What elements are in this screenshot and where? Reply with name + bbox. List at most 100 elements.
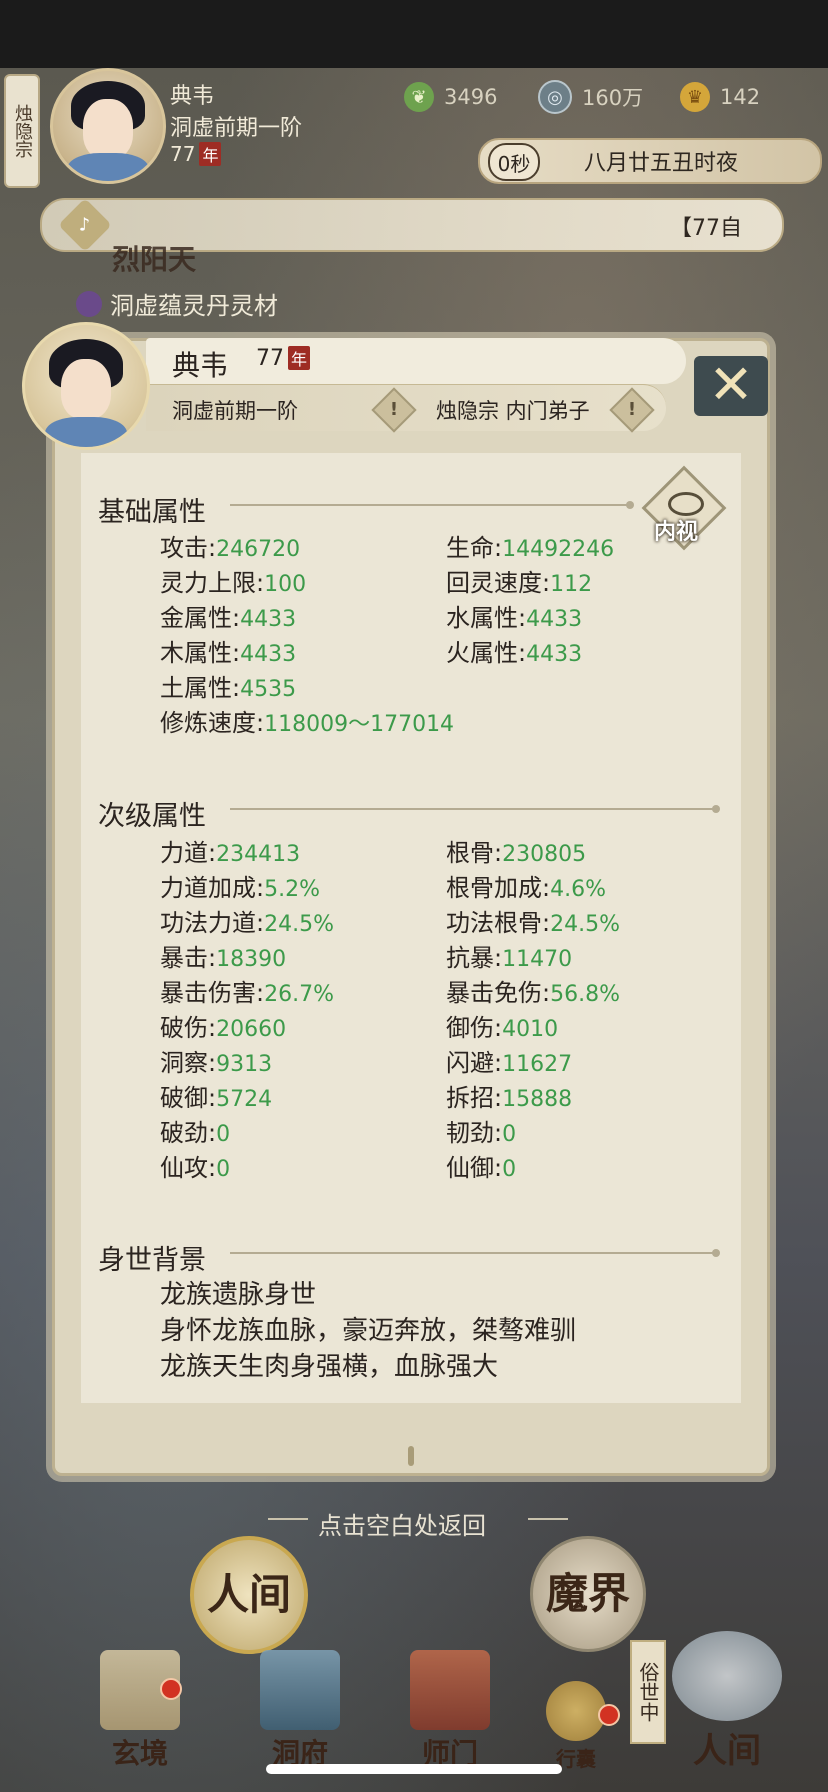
attr-item: 抗暴:11470 bbox=[446, 944, 573, 972]
attr-item: 韧劲:0 bbox=[446, 1119, 517, 1147]
profile-name: 典韦 bbox=[172, 349, 229, 382]
home-indicator[interactable] bbox=[266, 1764, 562, 1774]
attr-item: 火属性:4433 bbox=[446, 639, 583, 667]
resource-jade-value: 3496 bbox=[444, 85, 498, 109]
gem-icon bbox=[76, 290, 102, 317]
basic-attrs-title: 基础属性 bbox=[98, 497, 206, 528]
nav-dongfu[interactable]: 洞府 bbox=[260, 1650, 340, 1772]
event-title[interactable]: 烈阳天 bbox=[112, 238, 196, 278]
tap-to-return-hint: 点击空白处返回 bbox=[318, 1512, 486, 1540]
time-text: 八月廿五丑时夜 bbox=[584, 151, 739, 176]
profile-age-value: 77 bbox=[256, 346, 284, 371]
background-title: 身世背景 bbox=[98, 1245, 206, 1276]
attr-item: 破伤:20660 bbox=[160, 1014, 287, 1042]
attr-item: 水属性:4433 bbox=[446, 604, 583, 632]
pavilion-icon bbox=[260, 1650, 340, 1730]
nav-renjian[interactable]: 人间 bbox=[672, 1631, 782, 1772]
attr-item: 洞察:9313 bbox=[160, 1049, 273, 1077]
attr-item: 木属性:4433 bbox=[160, 639, 297, 667]
world-icon bbox=[672, 1631, 782, 1721]
attr-item: 生命:14492246 bbox=[446, 534, 615, 562]
attr-item: 破劲:0 bbox=[160, 1119, 231, 1147]
player-age-value: 77 bbox=[170, 142, 196, 166]
attr-item: 土属性:4535 bbox=[160, 674, 297, 702]
attr-item: 根骨加成:4.6% bbox=[446, 874, 606, 902]
close-icon[interactable]: ✕ bbox=[694, 356, 768, 416]
profile-name-bar: 典韦 77 年 bbox=[146, 338, 686, 384]
nav-xuanjing-label: 玄境 bbox=[111, 1737, 168, 1770]
nav-xingnang-label: 行囊 bbox=[556, 1747, 596, 1771]
player-name: 典韦 bbox=[170, 84, 215, 109]
section-divider bbox=[230, 501, 634, 509]
sect-info-icon[interactable]: ! bbox=[609, 387, 655, 433]
banner-icon bbox=[410, 1650, 490, 1730]
background-line: 身怀龙族血脉，豪迈奔放，桀骜难驯 bbox=[160, 1316, 577, 1346]
status-tag: 俗世中 bbox=[630, 1640, 666, 1744]
profile-avatar bbox=[22, 322, 150, 450]
panel-handle bbox=[408, 1446, 414, 1466]
attr-item: 破御:5724 bbox=[160, 1084, 273, 1112]
attr-item: 攻击:246720 bbox=[160, 534, 301, 562]
profile-info-bar: 洞虚前期一阶 ! 烛隐宗 内门弟子 ! bbox=[146, 384, 666, 433]
inner-view-button[interactable]: 内视 bbox=[641, 465, 727, 551]
profile-header: 典韦 77 年 洞虚前期一阶 ! 烛隐宗 内门弟子 ! bbox=[18, 322, 686, 450]
attr-item: 金属性:4433 bbox=[160, 604, 297, 632]
profile-realm: 洞虚前期一阶 bbox=[172, 399, 298, 423]
avatar-robe bbox=[67, 153, 149, 181]
age-badge: 年 bbox=[199, 142, 222, 166]
player-realm: 洞虚前期一阶 bbox=[170, 116, 303, 141]
realm-info-icon[interactable]: ! bbox=[371, 387, 417, 433]
attr-item: 仙攻:0 bbox=[160, 1154, 231, 1182]
attr-item: 仙御:0 bbox=[446, 1154, 517, 1182]
jade-leaf-icon: ❦ bbox=[404, 82, 434, 112]
attr-item: 闪避:11627 bbox=[446, 1049, 573, 1077]
event-item-label: 洞虚蕴灵丹灵材 bbox=[110, 292, 278, 320]
attr-item: 回灵速度:112 bbox=[446, 569, 593, 597]
notification-dot bbox=[598, 1704, 620, 1726]
hint-deco-right bbox=[528, 1518, 568, 1520]
demon-world-button[interactable]: 魔界 bbox=[530, 1536, 646, 1652]
event-item[interactable]: 洞虚蕴灵丹灵材 bbox=[76, 286, 278, 321]
resource-gold-value: 142 bbox=[720, 85, 761, 109]
realm-info-icon-glyph: ! bbox=[389, 399, 399, 420]
attr-item: 暴击伤害:26.7% bbox=[160, 979, 334, 1007]
nav-xuanjing[interactable]: 玄境 bbox=[100, 1650, 180, 1772]
sect-tab[interactable]: 烛隐宗 bbox=[4, 74, 40, 188]
profile-age-badge: 年 bbox=[288, 346, 311, 370]
attr-item: 根骨:230805 bbox=[446, 839, 587, 867]
human-world-button[interactable]: 人间 bbox=[190, 1536, 308, 1654]
bag-icon bbox=[546, 1681, 606, 1741]
avatar-face bbox=[83, 99, 133, 159]
profile-sect: 烛隐宗 内门弟子 bbox=[436, 399, 590, 423]
attr-item: 力道:234413 bbox=[160, 839, 301, 867]
nav-xingnang[interactable]: 行囊 bbox=[546, 1681, 606, 1772]
profile-avatar-face bbox=[61, 359, 111, 419]
bell-icon: ♪ bbox=[58, 198, 112, 252]
profile-avatar-robe bbox=[45, 417, 127, 447]
announcement-text: 【77自 bbox=[670, 216, 742, 241]
resource-gold[interactable]: ♛ 142 bbox=[680, 80, 760, 114]
background-line: 龙族遗脉身世 bbox=[160, 1280, 317, 1310]
notification-dot bbox=[160, 1678, 182, 1700]
section-divider bbox=[230, 1249, 720, 1257]
resource-coin[interactable]: ◎ 160万 bbox=[538, 80, 643, 114]
nav-shimen[interactable]: 师门 bbox=[410, 1650, 490, 1772]
resource-coin-value: 160万 bbox=[582, 86, 644, 110]
attr-item: 功法力道:24.5% bbox=[160, 909, 334, 937]
time-bar[interactable]: 0秒 八月廿五丑时夜 bbox=[478, 138, 822, 184]
coin-icon: ◎ bbox=[538, 80, 572, 114]
eye-icon bbox=[668, 492, 704, 516]
section-divider bbox=[230, 805, 720, 813]
status-bar bbox=[0, 0, 828, 68]
resource-jade[interactable]: ❦ 3496 bbox=[404, 80, 497, 114]
attr-item: 御伤:4010 bbox=[446, 1014, 559, 1042]
attr-item: 修炼速度:118009～177014 bbox=[160, 709, 455, 737]
profile-age: 77 年 bbox=[256, 346, 311, 371]
time-seconds: 0秒 bbox=[488, 143, 540, 181]
hint-deco-left bbox=[268, 1518, 308, 1520]
inner-view-label: 内视 bbox=[654, 520, 699, 545]
player-avatar[interactable] bbox=[50, 68, 166, 184]
player-age: 77 年 bbox=[170, 142, 222, 166]
attr-item: 功法根骨:24.5% bbox=[446, 909, 620, 937]
attr-item: 暴击:18390 bbox=[160, 944, 287, 972]
